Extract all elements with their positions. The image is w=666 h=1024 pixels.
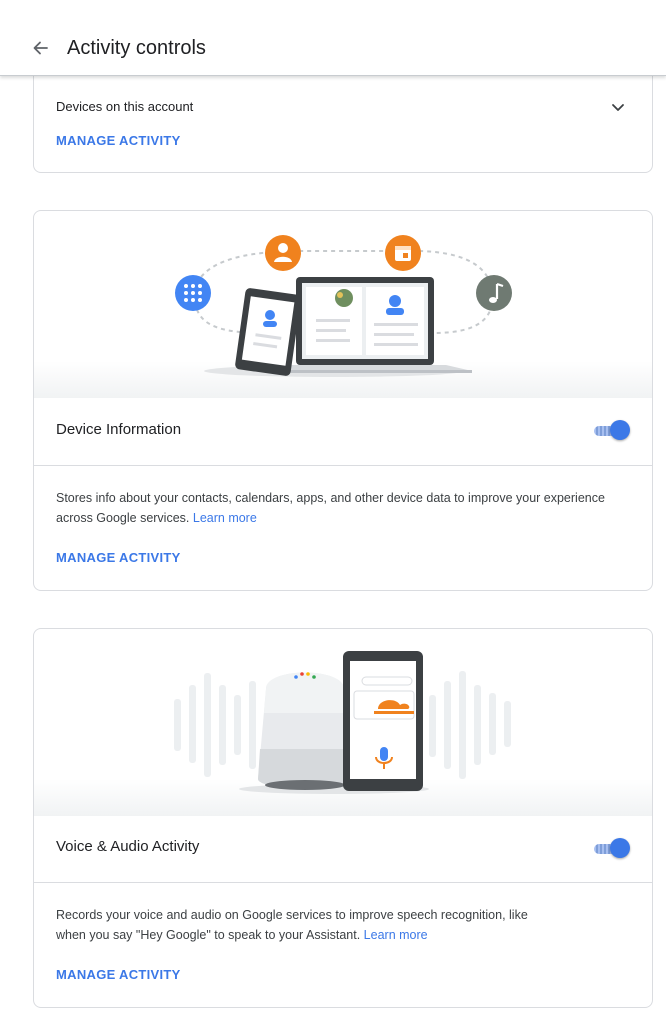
toggle-knob [610, 838, 630, 858]
description-line-2-text: when you say "Hey Google" to speak to yo… [56, 928, 361, 942]
device-information-illustration [175, 235, 512, 377]
learn-more-link[interactable]: Learn more [193, 511, 257, 525]
manage-activity-link-devices[interactable]: MANAGE ACTIVITY [56, 133, 181, 148]
divider [34, 465, 652, 466]
learn-more-link[interactable]: Learn more [364, 928, 428, 942]
device-information-description: Stores info about your contacts, calenda… [56, 488, 616, 528]
chevron-down-icon[interactable] [610, 99, 626, 115]
app-bar: Activity controls [0, 0, 666, 76]
voice-audio-title: Voice & Audio Activity [56, 838, 200, 855]
arrow-back-icon [33, 41, 48, 55]
device-information-toggle[interactable] [594, 419, 630, 441]
page-title: Activity controls [67, 37, 206, 59]
manage-activity-link-voice[interactable]: MANAGE ACTIVITY [56, 967, 181, 982]
back-button[interactable] [26, 34, 54, 62]
device-information-card: Device Information Stores info about you… [33, 210, 653, 591]
voice-audio-description: Records your voice and audio on Google s… [56, 905, 616, 945]
voice-audio-toggle[interactable] [594, 837, 630, 859]
devices-card: Devices on this account MANAGE ACTIVITY [33, 70, 653, 173]
description-text: Stores info about your contacts, calenda… [56, 491, 605, 525]
divider [34, 882, 652, 883]
manage-activity-link-device-info[interactable]: MANAGE ACTIVITY [56, 550, 181, 565]
voice-audio-card: Voice & Audio Activity Records your voic… [33, 628, 653, 1008]
voice-audio-illustration [174, 651, 511, 794]
device-information-title: Device Information [56, 421, 182, 438]
description-line-1: Records your voice and audio on Google s… [56, 908, 528, 922]
toggle-knob [610, 420, 630, 440]
description-line-2: when you say "Hey Google" to speak to yo… [56, 925, 616, 945]
devices-dropdown-label: Devices on this account [56, 99, 194, 114]
